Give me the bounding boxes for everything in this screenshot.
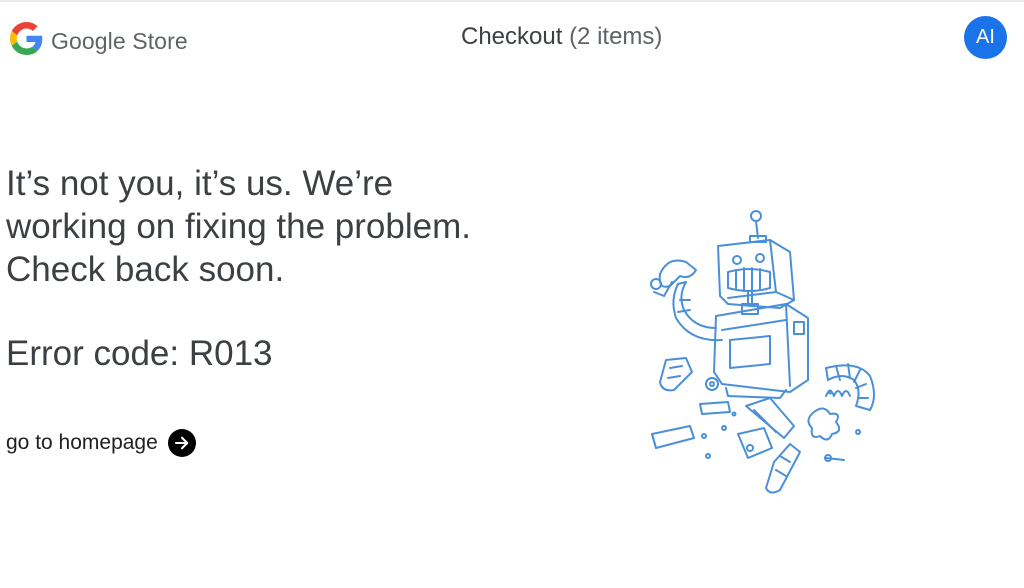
google-g-logo-icon <box>10 22 43 60</box>
error-page: Google Store Checkout (2 items) AI It’s … <box>0 0 1024 588</box>
checkout-item-count: (2 items) <box>569 23 663 50</box>
error-message-line: It’s not you, it’s us. We’re <box>6 164 394 203</box>
avatar-initials: AI <box>976 26 995 48</box>
error-message-line: Check back soon. <box>6 250 285 289</box>
header: Google Store Checkout (2 items) AI <box>0 0 1024 76</box>
go-to-homepage-link[interactable]: go to homepage <box>6 429 196 457</box>
account-avatar[interactable]: AI <box>964 16 1007 59</box>
error-message: It’s not you, it’s us. We’re working on … <box>6 162 586 291</box>
broken-robot-illustration <box>630 200 890 500</box>
checkout-title: Checkout (2 items) <box>461 23 662 51</box>
homepage-link-label: go to homepage <box>6 431 158 454</box>
checkout-label: Checkout <box>461 23 563 50</box>
error-message-line: working on fixing the problem. <box>6 207 471 246</box>
brand-name: Google Store <box>51 27 188 54</box>
google-store-logo-link[interactable]: Google Store <box>10 22 188 60</box>
arrow-right-icon <box>167 429 196 457</box>
error-code: Error code: R013 <box>6 334 273 373</box>
